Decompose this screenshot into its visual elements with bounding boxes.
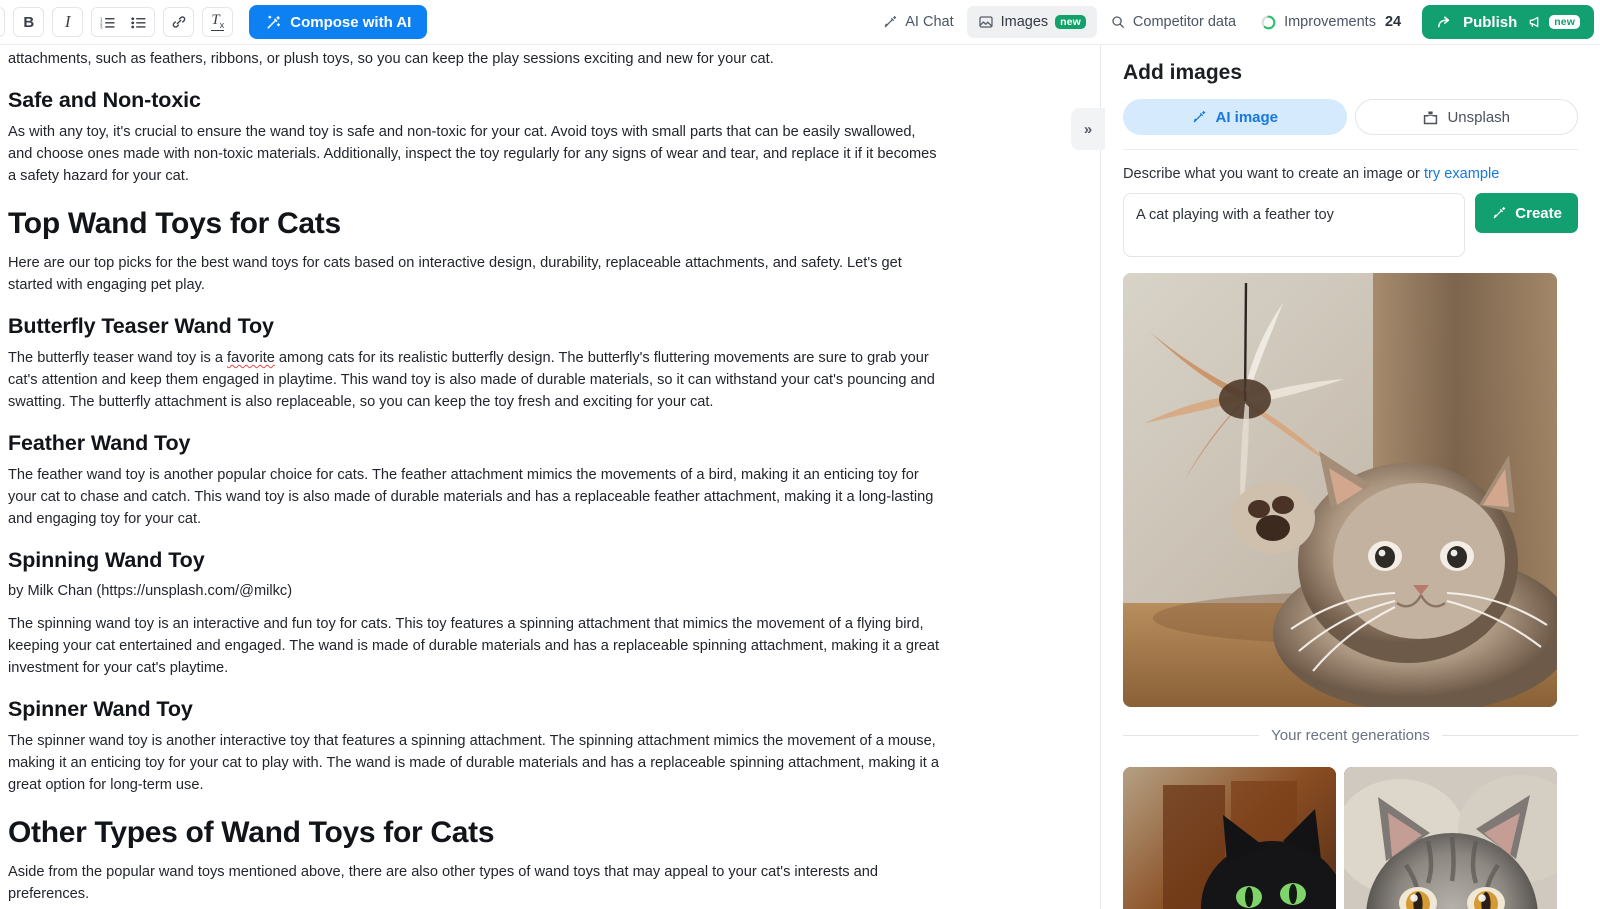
image-attribution[interactable]: by Milk Chan (https://unsplash.com/@milk… [8, 576, 943, 608]
document-paragraph[interactable]: Aside from the popular wand toys mention… [8, 856, 943, 909]
describe-label: Describe what you want to create an imag… [1123, 166, 1578, 182]
image-source-tabs: AI image Unsplash [1123, 99, 1578, 150]
tab-ai-image[interactable]: AI image [1123, 99, 1347, 135]
document-heading-1[interactable]: Top Wand Toys for Cats [8, 205, 943, 243]
clear-formatting-icon: Tx [211, 11, 225, 32]
chevron-double-right-icon: » [1083, 120, 1093, 138]
misspelled-word[interactable]: favorite [227, 350, 275, 366]
panel-body: Describe what you want to create an imag… [1101, 150, 1600, 909]
recent-generation-thumbnail[interactable] [1344, 767, 1557, 909]
app-root: 3 B I 1 2 3 [0, 0, 1600, 909]
link-button[interactable] [163, 7, 195, 37]
document-paragraph[interactable]: The spinner wand toy is another interact… [8, 725, 943, 802]
document-heading-2[interactable]: Safe and Non-toxic [8, 86, 943, 114]
competitor-data-button[interactable]: Competitor data [1099, 6, 1247, 38]
document-heading-2[interactable]: Spinner Wand Toy [8, 695, 943, 723]
unsplash-icon [1424, 110, 1438, 124]
image-prompt-input[interactable] [1123, 193, 1466, 257]
tab-unsplash-label: Unsplash [1447, 108, 1511, 126]
image-icon [978, 16, 993, 28]
svg-text:3: 3 [100, 24, 103, 28]
document-paragraph[interactable]: The spinning wand toy is an interactive … [8, 608, 943, 685]
magic-wand-icon [884, 16, 897, 28]
ordered-list-icon: 1 2 3 [100, 16, 115, 29]
document-heading-1[interactable]: Other Types of Wand Toys for Cats [8, 814, 943, 852]
panel-header: Add images AI image Unsplash [1101, 45, 1600, 150]
improvements-button[interactable]: Improvements 24 [1249, 6, 1412, 38]
compose-with-ai-label: Compose with AI [290, 13, 412, 31]
recent-generations-label: Your recent generations [1271, 727, 1430, 744]
try-example-link[interactable]: try example [1424, 166, 1499, 182]
images-tab-label: Images [1000, 14, 1049, 30]
improvements-label: Improvements [1284, 14, 1376, 30]
images-new-badge: new [1055, 14, 1086, 30]
link-icon [172, 16, 186, 28]
document-heading-2[interactable]: Feather Wand Toy [8, 429, 943, 457]
toolbar-right-group: AI Chat Images new Competitor data Impro… [871, 5, 1594, 39]
progress-ring-icon [1261, 15, 1276, 29]
magic-wand-icon [267, 15, 281, 29]
search-icon [1112, 16, 1124, 28]
divider-line-right [1441, 735, 1579, 736]
divider-line-left [1123, 735, 1260, 736]
black-cat-yarn-illustration [1123, 767, 1336, 909]
bold-button[interactable]: B [13, 7, 45, 37]
compose-with-ai-button[interactable]: Compose with AI [249, 5, 428, 39]
magic-wand-icon [1194, 111, 1206, 123]
panel-title: Add images [1123, 61, 1243, 84]
gray-tabby-cat-illustration [1344, 767, 1557, 909]
publish-button[interactable]: Publish new [1422, 5, 1594, 39]
bullet-list-icon [131, 16, 146, 28]
italic-icon: I [64, 12, 71, 31]
document-paragraph[interactable]: The feather wand toy is another popular … [8, 459, 943, 536]
publish-new-badge: new [1549, 14, 1580, 30]
document-paragraph[interactable]: The butterfly teaser wand toy is a favor… [8, 342, 943, 419]
ai-chat-button[interactable]: AI Chat [871, 6, 964, 38]
share-arrow-icon [1438, 16, 1450, 27]
cat-feather-toy-illustration [1123, 273, 1557, 707]
images-tab[interactable]: Images new [966, 6, 1097, 38]
editor-toolbar: 3 B I 1 2 3 [0, 0, 1600, 45]
create-button-label: Create [1515, 204, 1562, 222]
toolbar-left-group: 3 B I 1 2 3 [0, 5, 428, 39]
bold-icon: B [23, 13, 35, 31]
document-heading-2[interactable]: Spinning Wand Toy [8, 546, 943, 574]
document-content[interactable]: attachments, such as feathers, ribbons, … [8, 45, 943, 909]
prompt-row: Create [1123, 193, 1578, 257]
create-image-button[interactable]: Create [1475, 193, 1578, 233]
document-paragraph[interactable]: As with any toy, it's crucial to ensure … [8, 116, 943, 193]
ordered-list-button[interactable]: 1 2 3 [92, 8, 124, 36]
collapse-panel-button[interactable]: » [1071, 108, 1105, 150]
ai-chat-label: AI Chat [905, 14, 954, 30]
bullet-list-button[interactable] [123, 8, 155, 36]
generated-image-preview[interactable] [1123, 273, 1557, 707]
magic-wand-icon [1493, 207, 1506, 219]
publish-label: Publish [1463, 13, 1518, 31]
clear-formatting-button[interactable]: Tx [202, 7, 234, 37]
tab-ai-image-label: AI image [1215, 108, 1279, 126]
recent-generations-divider: Your recent generations [1123, 727, 1579, 744]
workspace: attachments, such as feathers, ribbons, … [0, 45, 1600, 909]
document-paragraph[interactable]: Here are our top picks for the best wand… [8, 247, 943, 302]
list-button-group: 1 2 3 [91, 7, 156, 37]
add-images-panel: Add images AI image Unsplash Describe wh… [1100, 45, 1600, 909]
document-editor[interactable]: attachments, such as feathers, ribbons, … [0, 45, 1068, 909]
describe-text: Describe what you want to create an imag… [1123, 166, 1424, 182]
document-heading-2[interactable]: Butterfly Teaser Wand Toy [8, 312, 943, 340]
document-paragraph[interactable]: attachments, such as feathers, ribbons, … [8, 45, 943, 76]
italic-button[interactable]: I [52, 7, 84, 37]
tab-unsplash[interactable]: Unsplash [1354, 99, 1578, 135]
heading-level-select[interactable]: 3 [0, 7, 6, 37]
megaphone-icon [1529, 16, 1539, 28]
recent-generations-list [1123, 767, 1578, 909]
competitor-data-label: Competitor data [1132, 14, 1237, 30]
improvements-count: 24 [1384, 14, 1402, 30]
recent-generation-thumbnail[interactable] [1123, 767, 1336, 909]
